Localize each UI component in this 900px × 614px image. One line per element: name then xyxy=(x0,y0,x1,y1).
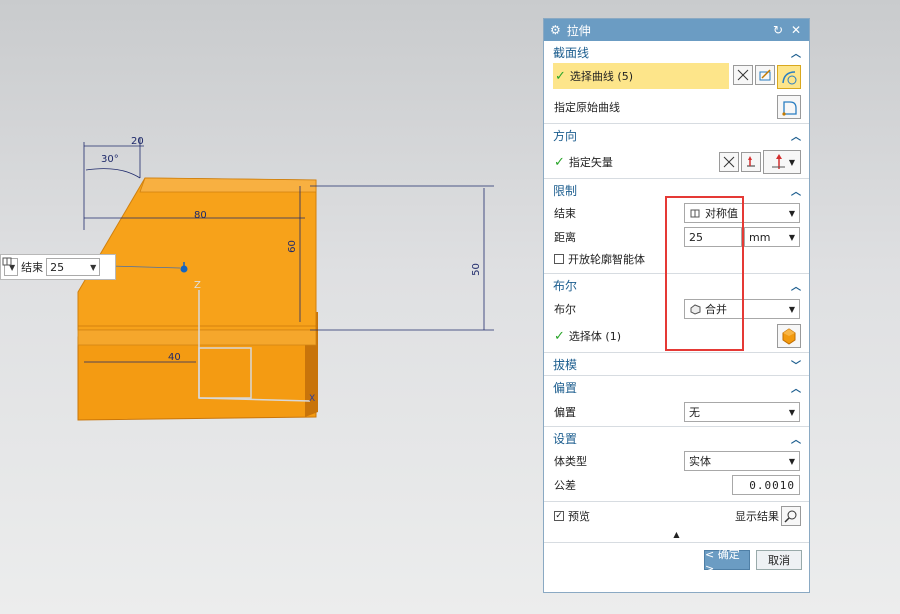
chevron-down-icon: ▼ xyxy=(788,232,795,242)
show-result-label: 显示结果 xyxy=(735,510,779,523)
chevron-up-icon: ︿ xyxy=(791,281,801,293)
chevron-down-icon: ▼ xyxy=(788,456,795,466)
section-settings-header[interactable]: 设置 ︿ xyxy=(544,426,809,449)
body-type-dropdown[interactable]: 实体 ▼ xyxy=(684,451,800,471)
distance-unit-dropdown[interactable]: mm ▼ xyxy=(744,227,800,247)
section-direction-title: 方向 xyxy=(553,128,578,143)
reverse-direction-icon[interactable] xyxy=(719,152,739,172)
chevron-down-icon: ▼ xyxy=(788,304,795,314)
show-result-search-icon[interactable] xyxy=(781,506,801,526)
symmetric-icon xyxy=(2,257,12,266)
float-end-value[interactable]: 25 xyxy=(47,261,88,274)
select-body-icon[interactable] xyxy=(777,324,801,348)
reset-icon[interactable]: ↻ xyxy=(771,23,785,37)
section-settings-title: 设置 xyxy=(553,431,578,446)
chevron-up-icon: ︿ xyxy=(791,434,801,446)
section-draft-title: 拔模 xyxy=(553,357,578,372)
sketch-section-icon[interactable] xyxy=(755,65,775,85)
specify-origin-curve-label: 指定原始曲线 xyxy=(554,101,620,114)
section-curve-header[interactable]: 截面线 ︿ xyxy=(544,41,809,63)
distance-unit-value: mm xyxy=(749,230,771,244)
tolerance-value[interactable]: 0.0010 xyxy=(749,479,795,492)
chevron-down-icon: ▼ xyxy=(90,262,97,272)
section-offset-header[interactable]: 偏置 ︿ xyxy=(544,375,809,398)
chevron-down-icon: ﹀ xyxy=(791,360,801,372)
check-icon: ✓ xyxy=(554,154,565,170)
vector-type-icon[interactable]: ▼ xyxy=(763,150,801,174)
open-profile-checkbox[interactable] xyxy=(554,254,564,264)
specify-vector-label: 指定矢量 xyxy=(568,156,613,169)
model-drawing xyxy=(77,138,494,421)
chevron-up-icon: ︿ xyxy=(791,186,801,198)
section-curve-title: 截面线 xyxy=(553,45,590,60)
float-end-label: 结束 xyxy=(21,261,44,274)
dialog-title: 拉伸 xyxy=(566,23,591,38)
check-icon: ✓ xyxy=(554,328,565,344)
dialog-titlebar: ⚙ 拉伸 ↻ ✕ xyxy=(544,19,809,41)
chevron-up-icon: ︿ xyxy=(791,131,801,143)
close-icon[interactable]: ✕ xyxy=(789,23,803,37)
vector-dialog-icon[interactable] xyxy=(741,152,761,172)
dim-30deg[interactable]: 30° xyxy=(101,154,119,165)
preview-label: 预览 xyxy=(568,510,590,523)
dim-50[interactable]: 50 xyxy=(471,263,482,276)
axis-z-label: Z xyxy=(194,280,201,291)
axis-x-label: X xyxy=(309,394,316,404)
select-curve-label: 选择曲线 (5) xyxy=(569,70,633,83)
ok-button[interactable]: < 确定 > xyxy=(704,548,750,575)
section-direction-header[interactable]: 方向 ︿ xyxy=(544,123,809,146)
float-type-dropdown[interactable]: ▼ xyxy=(2,257,19,276)
dim-80[interactable]: 80 xyxy=(194,210,207,221)
dynamic-input-box: ▼ 结束 25 ▼ xyxy=(0,254,116,280)
chevron-up-icon: ︿ xyxy=(791,383,801,395)
section-draft-header[interactable]: 拔模 ﹀ xyxy=(544,352,809,375)
preview-checkbox[interactable]: ✓ xyxy=(554,511,564,521)
body-type-value: 实体 xyxy=(689,455,711,468)
annotation-rectangle xyxy=(665,196,744,351)
section-offset-title: 偏置 xyxy=(553,380,578,395)
select-curve-row[interactable]: ✓ 选择曲线 (5) xyxy=(553,63,729,89)
gear-icon: ⚙ xyxy=(550,23,561,37)
graphics-viewport[interactable]: 20 30° 80 60 50 40 Z X ▼ 结束 25 ▼ xyxy=(0,0,540,614)
chevron-up-icon: ︿ xyxy=(791,48,801,60)
offset-value: 无 xyxy=(689,406,700,419)
deselect-icon[interactable] xyxy=(733,65,753,85)
dim-40[interactable]: 40 xyxy=(168,352,181,363)
cancel-button[interactable]: 取消 xyxy=(756,550,802,570)
chevron-down-icon: ▼ xyxy=(788,407,795,417)
tolerance-input[interactable]: 0.0010 xyxy=(732,475,800,495)
float-end-combo[interactable]: 25 ▼ xyxy=(46,258,101,276)
dim-60[interactable]: 60 xyxy=(287,240,298,253)
expand-more-icon[interactable]: ▲ xyxy=(544,530,809,542)
curve-icon[interactable] xyxy=(777,65,801,89)
dim-20[interactable]: 20 xyxy=(131,136,144,147)
origin-curve-icon[interactable] xyxy=(777,95,801,119)
check-icon: ✓ xyxy=(555,68,566,84)
chevron-down-icon: ▼ xyxy=(788,208,795,218)
offset-dropdown[interactable]: 无 ▼ xyxy=(684,402,800,422)
